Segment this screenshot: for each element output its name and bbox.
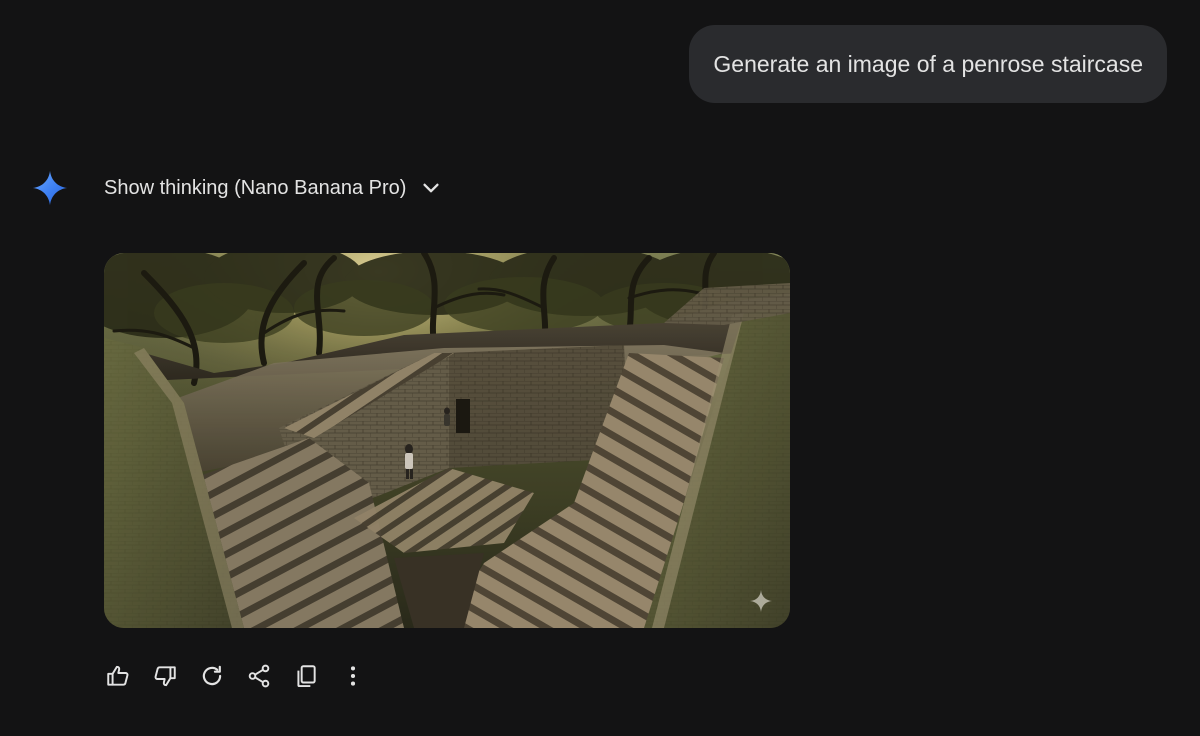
user-message-text: Generate an image of a penrose staircase bbox=[713, 50, 1143, 77]
share-button[interactable] bbox=[245, 662, 273, 690]
share-icon bbox=[248, 664, 270, 688]
more-vert-icon bbox=[350, 666, 356, 686]
gemini-sparkle-icon bbox=[32, 170, 68, 206]
sparkle-watermark-icon bbox=[749, 589, 773, 613]
copy-icon bbox=[297, 665, 316, 688]
redo-icon bbox=[202, 665, 222, 686]
chevron-down-icon bbox=[423, 183, 440, 193]
copy-button[interactable] bbox=[292, 662, 320, 690]
regenerate-button[interactable] bbox=[198, 662, 226, 690]
thumbs-up-button[interactable] bbox=[104, 662, 132, 690]
chat-page: Generate an image of a penrose staircase… bbox=[0, 0, 1200, 736]
thumbs-down-button[interactable] bbox=[151, 662, 179, 690]
response-actions-bar bbox=[104, 658, 386, 694]
thumbs-down-icon bbox=[154, 666, 176, 687]
more-options-button[interactable] bbox=[339, 662, 367, 690]
thumbs-up-icon bbox=[107, 665, 129, 686]
show-thinking-label: Show thinking (Nano Banana Pro) bbox=[104, 176, 407, 199]
generated-image[interactable] bbox=[104, 253, 790, 628]
show-thinking-toggle[interactable]: Show thinking (Nano Banana Pro) bbox=[104, 172, 442, 204]
penrose-staircase-image bbox=[104, 253, 790, 628]
user-message-bubble: Generate an image of a penrose staircase bbox=[689, 25, 1167, 103]
